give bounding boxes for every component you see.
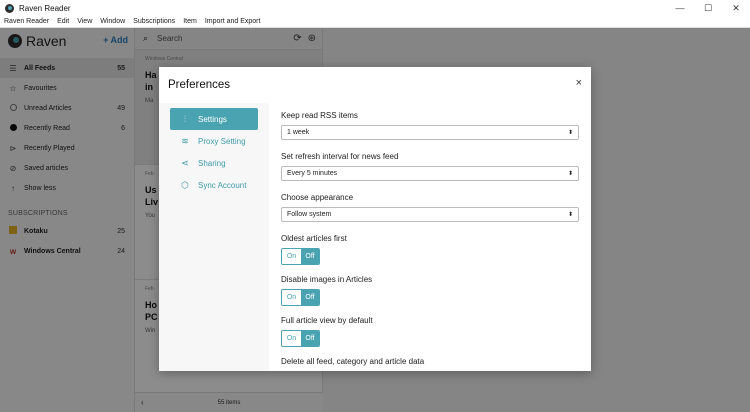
- menu-bar: Raven Reader Edit View Window Subscripti…: [0, 16, 750, 28]
- menu-raven-reader[interactable]: Raven Reader: [0, 18, 53, 25]
- maximize-button[interactable]: ☐: [694, 0, 722, 16]
- app-logo-icon: [5, 3, 14, 13]
- toggle-on-option[interactable]: On: [282, 249, 301, 264]
- tab-proxy-setting[interactable]: ≋ Proxy Setting: [170, 130, 258, 152]
- refresh-interval-select[interactable]: Every 5 minutes ⬍: [281, 166, 579, 181]
- tab-settings[interactable]: ⫶ Settings: [170, 108, 258, 130]
- menu-view[interactable]: View: [73, 18, 96, 25]
- close-icon[interactable]: ×: [576, 77, 582, 89]
- minimize-button[interactable]: —: [666, 0, 694, 16]
- toggle-off-option[interactable]: Off: [300, 331, 319, 346]
- toggle-on-option[interactable]: On: [282, 331, 301, 346]
- menu-subscriptions[interactable]: Subscriptions: [129, 18, 179, 25]
- menu-import-export[interactable]: Import and Export: [201, 18, 265, 25]
- preferences-modal: Preferences × ⫶ Settings ≋ Proxy Setting…: [159, 67, 591, 371]
- toggle-off-option[interactable]: Off: [300, 249, 319, 264]
- menu-window[interactable]: Window: [96, 18, 129, 25]
- full-article-label: Full article view by default: [281, 316, 373, 325]
- appearance-select[interactable]: Follow system ⬍: [281, 207, 579, 222]
- tab-sharing[interactable]: ⋖ Sharing: [170, 152, 258, 174]
- menu-item[interactable]: Item: [179, 18, 201, 25]
- delete-data-label: Delete all feed, category and article da…: [281, 357, 425, 366]
- select-value: Follow system: [287, 211, 332, 218]
- preferences-nav: ⫶ Settings ≋ Proxy Setting ⋖ Sharing ⬡ S…: [159, 103, 269, 371]
- tab-label: Sync Account: [198, 180, 247, 190]
- refresh-interval-label: Set refresh interval for news feed: [281, 152, 399, 161]
- tab-sync-account[interactable]: ⬡ Sync Account: [170, 174, 258, 196]
- chevron-updown-icon: ⬍: [567, 212, 573, 218]
- tab-label: Proxy Setting: [198, 136, 246, 146]
- sliders-icon: ⫶: [183, 113, 187, 124]
- appearance-label: Choose appearance: [281, 193, 354, 202]
- toggle-off-option[interactable]: Off: [300, 290, 319, 305]
- oldest-first-label: Oldest articles first: [281, 234, 347, 243]
- window-controls: — ☐ ✕: [666, 0, 750, 16]
- close-window-button[interactable]: ✕: [722, 0, 750, 16]
- select-value: 1 week: [287, 129, 310, 136]
- modal-title: Preferences: [168, 79, 231, 91]
- wifi-icon: ≋: [181, 135, 189, 146]
- keep-read-select[interactable]: 1 week ⬍: [281, 125, 579, 140]
- chevron-updown-icon: ⬍: [567, 130, 573, 136]
- disable-images-toggle[interactable]: On Off: [281, 289, 320, 306]
- menu-edit[interactable]: Edit: [53, 18, 73, 25]
- chevron-updown-icon: ⬍: [567, 171, 573, 177]
- title-bar: Raven Reader — ☐ ✕: [0, 0, 750, 16]
- settings-panel: Keep read RSS items 1 week ⬍ Set refresh…: [281, 111, 579, 366]
- oldest-first-toggle[interactable]: On Off: [281, 248, 320, 265]
- modal-header: Preferences: [159, 67, 591, 103]
- keep-read-label: Keep read RSS items: [281, 111, 358, 120]
- toggle-on-option[interactable]: On: [282, 290, 301, 305]
- tab-label: Settings: [198, 114, 227, 124]
- window-title: Raven Reader: [19, 3, 71, 13]
- full-article-toggle[interactable]: On Off: [281, 330, 320, 347]
- select-value: Every 5 minutes: [287, 170, 338, 177]
- share-icon: ⋖: [181, 157, 189, 168]
- disable-images-label: Disable images in Articles: [281, 275, 373, 284]
- cube-icon: ⬡: [181, 179, 189, 190]
- tab-label: Sharing: [198, 158, 226, 168]
